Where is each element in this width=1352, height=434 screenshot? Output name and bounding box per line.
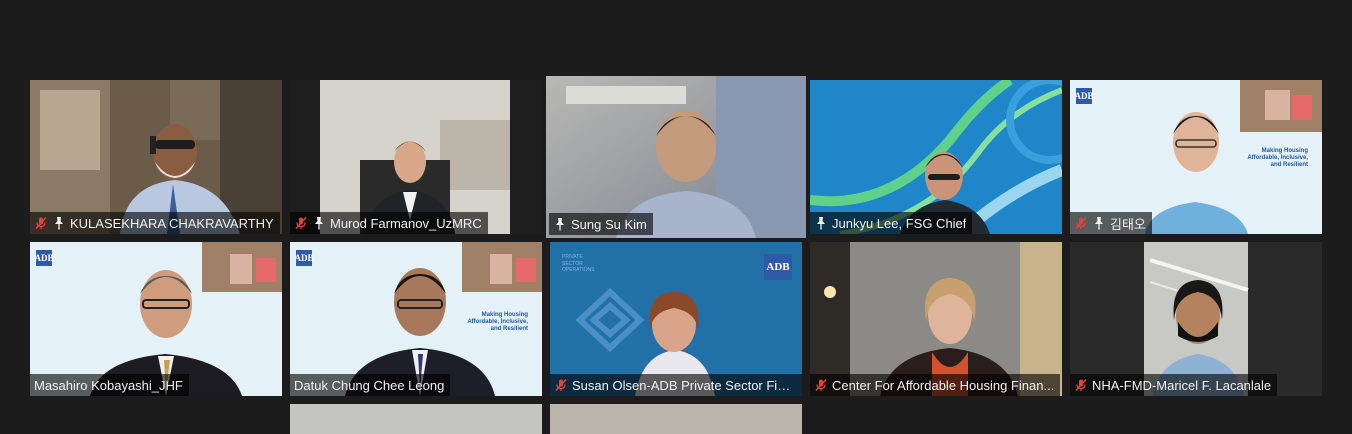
slide-title-line: and Resilient (490, 325, 528, 332)
slide-title: Making Housing Affordable, Inclusive, an… (458, 312, 528, 333)
pin-icon (52, 216, 66, 230)
video-feed (290, 80, 542, 234)
participant-name: Murod Farmanov_UzMRC (330, 215, 482, 231)
participant-tile[interactable]: NHA-FMD-Maricel F. Lacanlale (1070, 242, 1322, 396)
pin-icon (814, 216, 828, 230)
slide-title-line: Making Housing (481, 312, 528, 318)
participant-tile[interactable]: Center For Affordable Housing Finan... (810, 242, 1062, 396)
adb-caption-line: OPERATIONS (562, 267, 595, 273)
participant-tile[interactable]: ADB PRIVATE SECTOR OPERATIONS Susan Olse… (550, 242, 802, 396)
mic-muted-icon (294, 216, 308, 230)
video-feed (810, 242, 1062, 396)
participant-tile[interactable]: ADB Making Housing Affordable, Inclusive… (1070, 80, 1322, 234)
video-feed (30, 242, 282, 396)
participant-name: Susan Olsen-ADB Private Sector Fina... (572, 377, 796, 393)
slide-title: Making Housing Affordable, Inclusive, an… (1238, 148, 1308, 169)
participant-tile[interactable]: KULASEKHARA CHAKRAVARTHY (30, 80, 282, 234)
pin-icon (553, 217, 567, 231)
name-label-bar: Masahiro Kobayashi_JHF (30, 374, 189, 396)
participant-tile[interactable]: ADB Making Housing Affordable, Inclusive… (290, 242, 542, 396)
name-label-bar: Datuk Chung Chee Leong (290, 374, 451, 396)
participant-name: KULASEKHARA CHAKRAVARTHY (70, 215, 274, 231)
participant-name: NHA-FMD-Maricel F. Lacanlale (1092, 377, 1272, 393)
participant-name: Masahiro Kobayashi_JHF (34, 377, 183, 393)
name-label-bar: NHA-FMD-Maricel F. Lacanlale (1070, 374, 1278, 396)
participant-name: Center For Affordable Housing Finan... (832, 377, 1055, 393)
participant-name: 김태오 (1110, 216, 1146, 232)
slide-title-line: Affordable, Inclusive, (467, 318, 528, 325)
participant-tile[interactable]: ADB Masahiro Kobayashi_JHF (30, 242, 282, 396)
mic-muted-icon (554, 378, 568, 392)
participant-name: Sung Su Kim (571, 216, 647, 232)
adb-caption: PRIVATE SECTOR OPERATIONS (562, 254, 594, 274)
name-label-bar: Sung Su Kim (549, 213, 653, 235)
name-label-bar: Center For Affordable Housing Finan... (810, 374, 1061, 396)
participant-name: Datuk Chung Chee Leong (294, 377, 445, 393)
participant-tile[interactable]: Junkyu Lee, FSG Chief (810, 80, 1062, 234)
name-label-bar: Murod Farmanov_UzMRC (290, 212, 488, 234)
mic-muted-icon (1074, 378, 1088, 392)
slide-title-line: and Resilient (1270, 161, 1308, 168)
name-label-bar: Susan Olsen-ADB Private Sector Fina... (550, 374, 802, 396)
participant-tile[interactable]: Murod Farmanov_UzMRC (290, 80, 542, 234)
adb-logo: ADB (1075, 88, 1094, 104)
mic-muted-icon (1074, 216, 1088, 230)
name-label-bar: KULASEKHARA CHAKRAVARTHY (30, 212, 280, 234)
name-label-bar: 김태오 (1070, 212, 1152, 234)
adb-logo: ADB (35, 250, 54, 266)
active-speaker-tile[interactable]: Sung Su Kim (546, 76, 806, 238)
pin-icon (312, 216, 326, 230)
slide-title-line: Affordable, Inclusive, (1247, 154, 1308, 161)
participant-name: Junkyu Lee, FSG Chief (832, 215, 967, 231)
name-label-bar: Junkyu Lee, FSG Chief (810, 212, 973, 234)
pin-icon (1092, 216, 1106, 230)
adb-logo: ADB (764, 254, 792, 280)
video-feed (1070, 242, 1322, 396)
video-feed (810, 80, 1062, 234)
mic-muted-icon (814, 378, 828, 392)
mic-muted-icon (34, 216, 48, 230)
slide-title-line: Making Housing (1261, 148, 1308, 154)
video-feed (30, 80, 282, 234)
adb-logo: ADB (295, 250, 314, 266)
